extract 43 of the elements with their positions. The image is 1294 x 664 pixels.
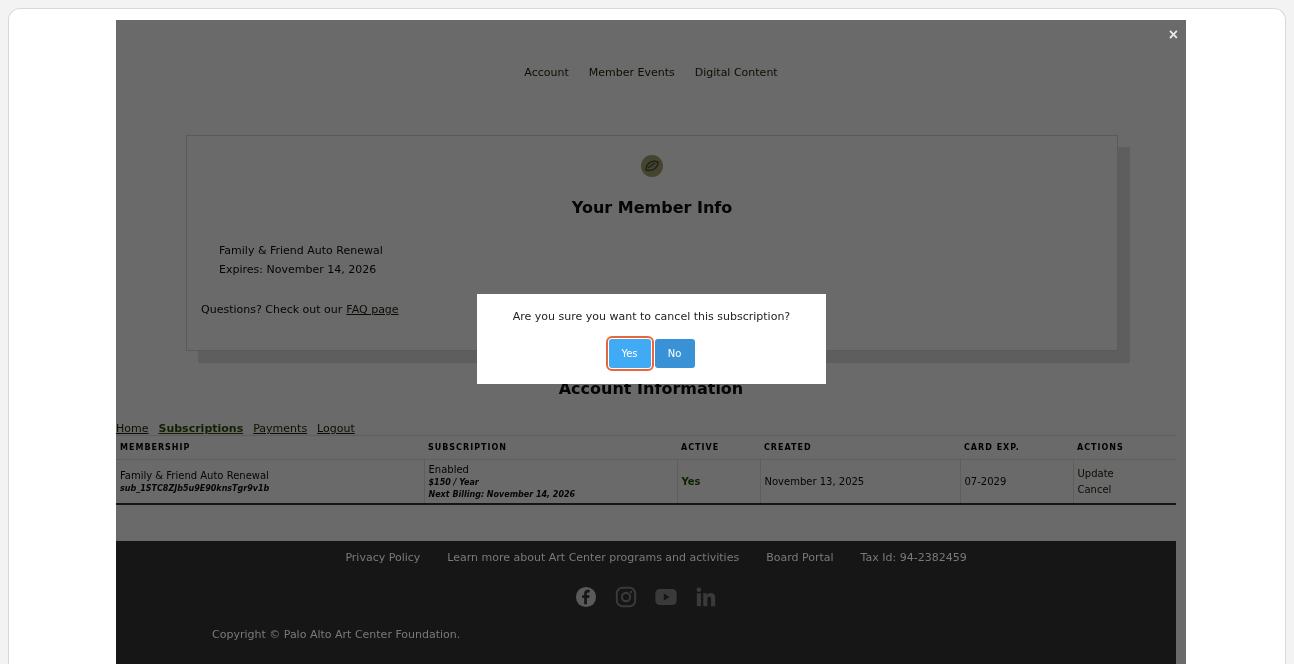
leaf-icon [640,154,664,178]
subscription-price: $150 / Year [428,478,480,487]
questions-text: Questions? Check out our [201,303,343,316]
footer-link[interactable]: Tax Id: 94-2382459 [860,551,967,564]
copyright-text: Copyright © Palo Alto Art Center Foundation. [212,628,462,641]
created-date: November 13, 2025 [764,476,865,487]
dialog-button[interactable]: No [654,339,695,368]
facebook-icon[interactable] [575,586,597,608]
linkedin-icon[interactable] [695,586,717,608]
account-tab[interactable]: Payments [253,422,308,435]
footer-link[interactable]: Learn more about Art Center programs and activities [447,551,740,564]
subscription-id: sub_1STC8ZJb5u9E90knsTgr9v1b [120,484,271,493]
column-header: MEMBERSHIP [116,435,424,460]
action-link[interactable]: Update [1077,467,1114,479]
faq-link[interactable]: FAQ page [346,303,399,316]
membership-detail: Expires: November 14, 2026 [219,263,378,276]
column-header: ACTIVE [677,435,760,460]
column-header: ACTIONS [1073,435,1176,460]
subscription-status: Enabled [428,464,470,475]
youtube-icon[interactable] [655,589,677,605]
instagram-icon[interactable] [615,586,637,608]
footer-link[interactable]: Privacy Policy [345,551,421,564]
action-link[interactable]: Cancel [1077,483,1112,495]
next-billing: Next Billing: November 14, 2026 [428,490,577,499]
nav-link[interactable]: Member Events [588,66,675,79]
membership-detail: Family & Friend Auto Renewal [219,244,384,257]
dialog-button[interactable]: Yes [608,339,651,368]
column-header: CREATED [760,435,960,460]
active-status: Yes [681,476,701,487]
card-title: Your Member Info [570,198,734,217]
card-expiry: 07-2029 [964,476,1007,487]
account-tab[interactable]: Subscriptions [158,422,244,435]
account-tab[interactable]: Home [116,422,149,435]
section-title: Account Information [557,379,745,398]
membership-name: Family & Friend Auto Renewal [120,470,270,481]
close-button[interactable]: × [1168,26,1178,44]
account-tab[interactable]: Logout [317,422,355,435]
nav-link[interactable]: Account [524,66,569,79]
footer-link[interactable]: Board Portal [766,551,834,564]
column-header: SUBSCRIPTION [424,435,677,460]
column-header: CARD EXP. [960,435,1073,460]
nav-link[interactable]: Digital Content [694,66,778,79]
dialog-message: Are you sure you want to cancel this subscription? [511,310,792,323]
